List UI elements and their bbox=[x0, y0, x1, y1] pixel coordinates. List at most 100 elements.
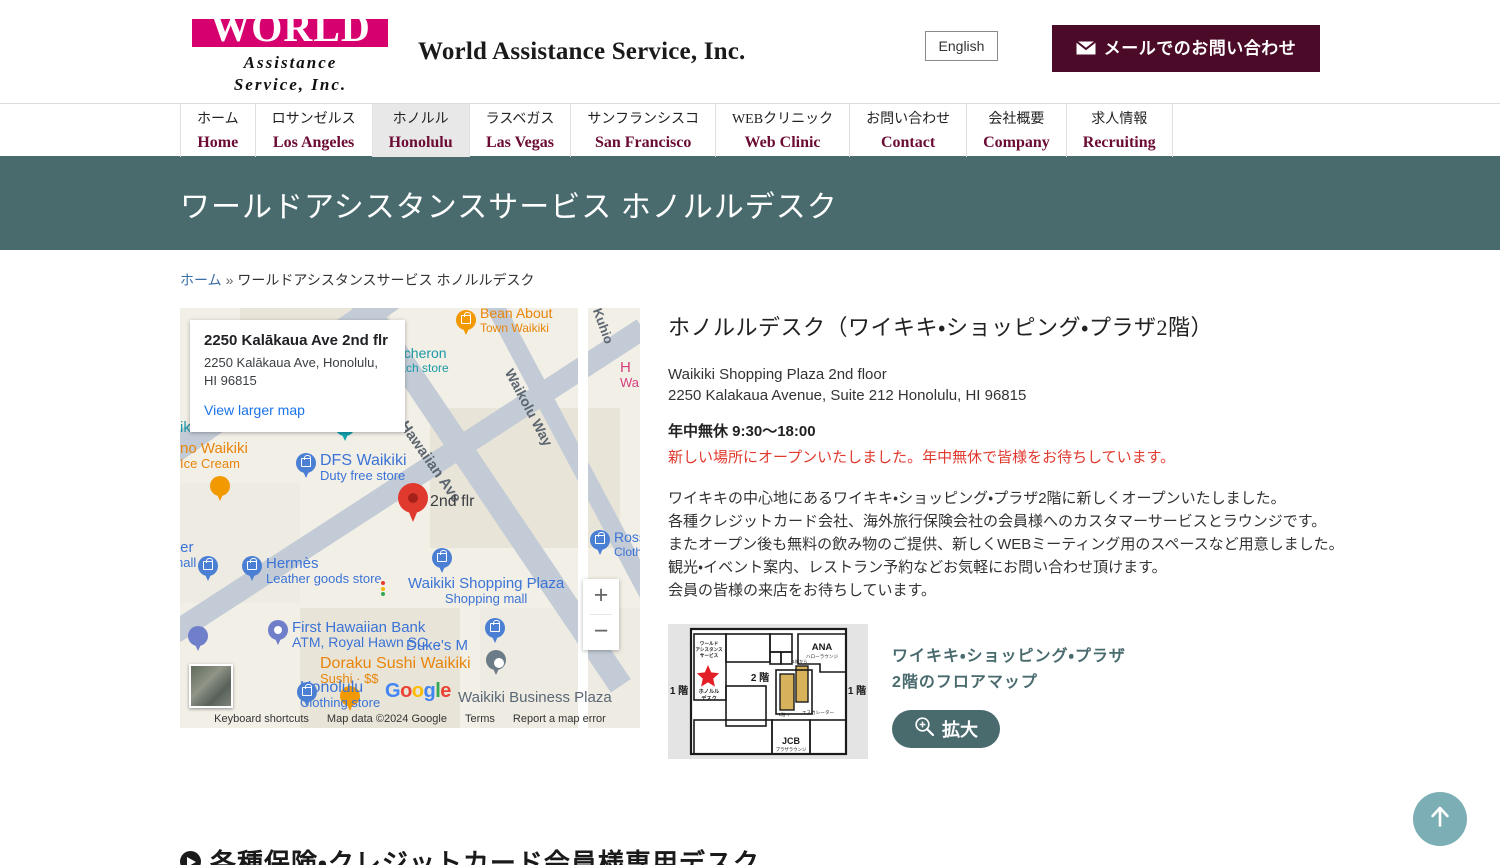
poi-dukes-pin[interactable] bbox=[485, 618, 505, 645]
desk-description-line: 観光・イベント案内、レストラン予約などお気軽にお問い合わせ頂けます。 bbox=[668, 559, 1167, 576]
nav-item-san-francisco[interactable]: サンフランシスコ San Francisco bbox=[571, 104, 716, 157]
play-circle-icon bbox=[180, 851, 201, 865]
desk-notice: 新しい場所にオープンいたしました。年中無休で皆様をお待ちしています。 bbox=[668, 449, 1176, 466]
map-destination-label: 2nd flr bbox=[430, 493, 475, 510]
floor-map-zoom-button[interactable]: 拡大 bbox=[892, 710, 1000, 748]
nav-item-company[interactable]: 会社概要 Company bbox=[967, 104, 1067, 157]
company-name: World Assistance Service, Inc. bbox=[418, 38, 746, 65]
nav-item-label-ja: ホノルル bbox=[392, 112, 449, 127]
nav-item-web-clinic[interactable]: WEBクリニック Web Clinic bbox=[716, 104, 851, 157]
svg-text:ANA: ANA bbox=[812, 642, 833, 653]
floor-map-side: ワイキキ・ショッピング・プラザ 2階のフロアマップ 拡大 bbox=[892, 624, 1126, 748]
floor-map-zoom-label: 拡大 bbox=[942, 720, 978, 740]
map-terms-link[interactable]: Terms bbox=[465, 713, 495, 725]
svg-text:ホノルル: ホノルル bbox=[699, 688, 721, 695]
nav-item-label-en: Home bbox=[197, 134, 239, 151]
poi-ross-clothing[interactable]: RossClothi bbox=[590, 530, 640, 559]
google-logo: Google bbox=[385, 680, 451, 702]
nav-item-label-ja: 求人情報 bbox=[1091, 112, 1148, 127]
nav-item-label-en: Company bbox=[983, 134, 1050, 151]
floor-map-image[interactable]: ワールド アシスタンス サービス ホノルル デスク 2 階 1 階 1 階 AN… bbox=[668, 624, 868, 759]
svg-text:エスカレーター: エスカレーター bbox=[802, 709, 835, 716]
desk-description-line: 会員の皆様の来店をお待ちしています。 bbox=[668, 582, 937, 599]
map-zoom-controls[interactable]: + − bbox=[583, 579, 619, 650]
nav-item-label-ja: WEBクリニック bbox=[731, 112, 834, 127]
nav-item-label-en: Los Angeles bbox=[272, 134, 355, 151]
nav-item-label-ja: ラスベガス bbox=[485, 112, 555, 127]
nav-item-label-en: Honolulu bbox=[388, 134, 453, 151]
nav-item-label-en: Las Vegas bbox=[485, 134, 555, 151]
map-info-title: 2250 Kalākaua Ave 2nd flr bbox=[204, 332, 388, 349]
svg-text:プラザラウンジ: プラザラウンジ bbox=[776, 746, 807, 753]
main-navigation: ホーム Home ロサンゼルス Los Angeles ホノルル Honolulu ラスベガ… bbox=[0, 103, 1500, 158]
site-logo[interactable]: WORLD Assistance Service, Inc. bbox=[188, 5, 398, 97]
poi-ter-mall[interactable]: ternall bbox=[180, 540, 218, 583]
nav-item-recruiting[interactable]: 求人情報 Recruiting bbox=[1067, 104, 1173, 157]
map-zoom-in-button[interactable]: + bbox=[583, 579, 619, 614]
site-header: WORLD Assistance Service, Inc. World Ass… bbox=[0, 0, 1500, 103]
google-map-embed[interactable]: Royal Hawaiian Ave Waikolu Way Kuhio Bea… bbox=[180, 308, 640, 728]
poi-waikiki-business-plaza-pin[interactable] bbox=[486, 650, 512, 684]
poi-parking[interactable] bbox=[188, 626, 214, 660]
nav-item-las-vegas[interactable]: ラスベガス Las Vegas bbox=[470, 104, 572, 157]
main-content: Royal Hawaiian Ave Waikolu Way Kuhio Bea… bbox=[180, 308, 1344, 759]
language-switch-button[interactable]: English bbox=[925, 31, 998, 61]
desk-description-line: ワイキキの中心地にあるワイキキ・ショッピング・プラザ2階に新しくオープンいたしま… bbox=[668, 490, 1286, 507]
bottom-section: 各種保険・クレジットカード会員様専用デスク bbox=[180, 843, 1320, 865]
floor-map-caption-2: 2階のフロアマップ bbox=[892, 674, 1038, 691]
envelope-icon bbox=[1075, 26, 1096, 73]
nav-item-home[interactable]: ホーム Home bbox=[180, 104, 256, 157]
view-larger-map-link[interactable]: View larger map bbox=[204, 402, 391, 418]
desk-description-line: 各種クレジットカード会社、海外旅行保険会社の会員様へのカスタマーサービスとラウン… bbox=[668, 513, 1327, 530]
insurance-desk-heading-text: 各種保険・クレジットカード会員様専用デスク bbox=[210, 849, 760, 865]
poi-first-hawaiian-bank[interactable]: First Hawaiian Bank ATM, Royal Hawn SC… bbox=[268, 620, 441, 650]
svg-text:1 階: 1 階 bbox=[670, 684, 688, 697]
logo-wordmark: WORLD bbox=[188, 5, 393, 51]
poi-bean-about-town[interactable]: Bean About Town Waikiki bbox=[456, 308, 552, 337]
map-info-address: 2250 Kalākaua Ave, Honolulu, HI 96815 bbox=[204, 355, 378, 388]
traffic-light-icon bbox=[379, 580, 387, 596]
nav-item-honolulu[interactable]: ホノルル Honolulu bbox=[372, 104, 470, 157]
map-satellite-thumbnail[interactable] bbox=[189, 664, 233, 708]
map-footer-bar: Keyboard shortcuts Map data ©2024 Google T… bbox=[180, 710, 640, 728]
poi-waikiki-shopping-plaza-pin[interactable] bbox=[432, 548, 452, 575]
scroll-to-top-button[interactable] bbox=[1413, 792, 1467, 846]
nav-item-label-ja: お問い合わせ bbox=[866, 112, 951, 127]
email-contact-button[interactable]: メールでのお問い合わせ bbox=[1052, 25, 1320, 72]
breadcrumb: ホーム» ワールドアシスタンスサービス ホノルルデスク bbox=[180, 250, 1320, 290]
svg-text:1階から: 1階から bbox=[793, 658, 808, 665]
nav-item-label-ja: ロサンゼルス bbox=[271, 112, 356, 127]
svg-text:デスク: デスク bbox=[701, 694, 717, 702]
nav-item-contact[interactable]: お問い合わせ Contact bbox=[850, 104, 968, 157]
report-map-error-link[interactable]: Report a map error bbox=[513, 713, 606, 725]
logo-subtext-assistance: Assistance bbox=[243, 53, 338, 72]
desk-description: ワイキキの中心地にあるワイキキ・ショッピング・プラザ2階に新しくオープンいたしま… bbox=[668, 487, 1344, 602]
keyboard-shortcuts-link[interactable]: Keyboard shortcuts bbox=[214, 713, 309, 725]
svg-text:1階へ: 1階へ bbox=[779, 711, 790, 718]
desk-details: ホノルルデスク（ワイキキ・ショッピング・プラザ2階） Waikiki Shopp… bbox=[668, 308, 1344, 759]
poi-hermes[interactable]: Hermès Leather goods store bbox=[242, 556, 382, 586]
floor-map-section: ワールド アシスタンス サービス ホノルル デスク 2 階 1 階 1 階 AN… bbox=[668, 624, 1344, 759]
nav-item-los-angeles[interactable]: ロサンゼルス Los Angeles bbox=[256, 104, 373, 157]
magnifier-plus-icon bbox=[914, 716, 935, 742]
desk-address-line-2: 2250 Kalakaua Avenue, Suite 212 Honolulu… bbox=[668, 387, 1027, 404]
nav-item-label-en: Recruiting bbox=[1082, 134, 1156, 151]
floor-map-diagram: ワールド アシスタンス サービス ホノルル デスク 2 階 1 階 1 階 AN… bbox=[668, 624, 868, 759]
svg-text:アシスタンス: アシスタンス bbox=[695, 646, 723, 653]
svg-text:2 階: 2 階 bbox=[751, 671, 769, 684]
poi-honolulu-clothing-pin[interactable] bbox=[297, 682, 317, 709]
nav-item-label-ja: ホーム bbox=[197, 112, 239, 127]
desk-address-line-1: Waikiki Shopping Plaza 2nd floor bbox=[668, 366, 887, 383]
page-title: ワールドアシスタンスサービス ホノルルデスク bbox=[180, 191, 838, 224]
nav-item-label-ja: 会社概要 bbox=[988, 112, 1045, 127]
map-zoom-out-button[interactable]: − bbox=[583, 615, 619, 650]
svg-text:サービス: サービス bbox=[700, 652, 719, 659]
insurance-desk-heading: 各種保険・クレジットカード会員様専用デスク bbox=[180, 843, 1320, 865]
breadcrumb-home-link[interactable]: ホーム bbox=[180, 272, 222, 288]
nav-item-label-en: San Francisco bbox=[594, 134, 692, 151]
poi-dfs-waikiki[interactable]: DFS Waikiki Duty free store bbox=[296, 453, 407, 483]
poi-restaurant-pin[interactable] bbox=[210, 476, 236, 510]
map-destination-marker[interactable] bbox=[398, 483, 428, 523]
map-road bbox=[578, 308, 588, 728]
map-info-card[interactable]: 2250 Kalākaua Ave 2nd flr 2250 Kalākaua … bbox=[190, 320, 405, 432]
